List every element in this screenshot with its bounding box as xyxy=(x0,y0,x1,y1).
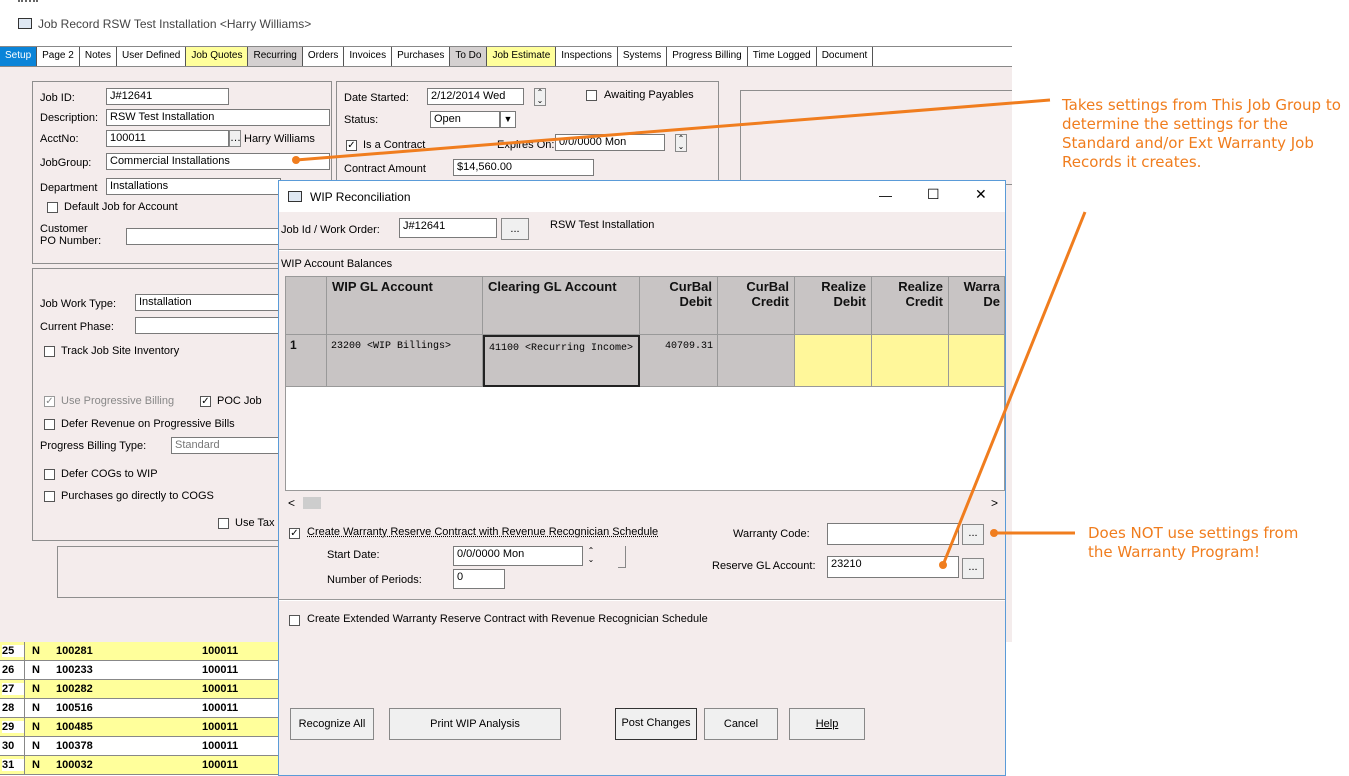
callout-dot-bottom xyxy=(990,529,998,537)
callout-text-bottom: Does NOT use settings from the Warranty … xyxy=(1088,524,1299,561)
callout-dot-top xyxy=(292,156,300,164)
callout-line-middle xyxy=(941,211,1087,566)
callout-text-top: Takes settings from This Job Group to de… xyxy=(1062,96,1341,171)
callout-dot-middle xyxy=(939,561,947,569)
callout-line-top xyxy=(295,98,1051,162)
